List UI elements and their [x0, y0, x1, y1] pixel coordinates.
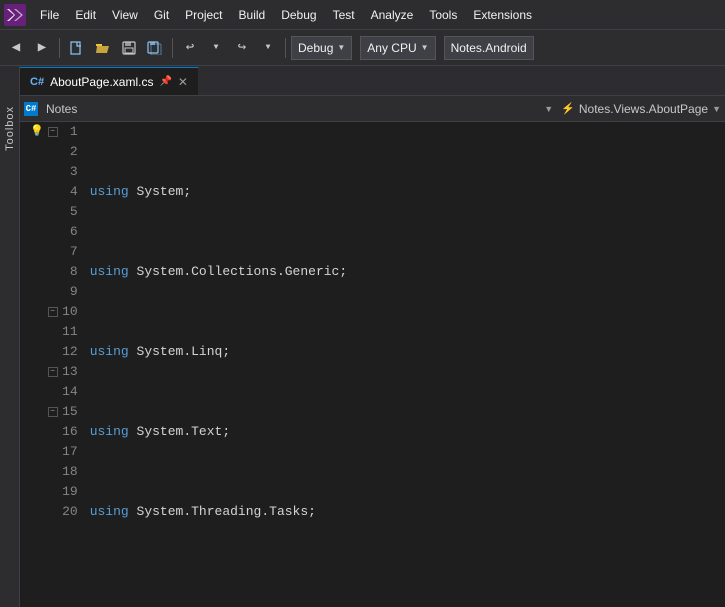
line-num-2: 2 — [28, 142, 78, 162]
tab-close-icon[interactable]: ✕ — [178, 75, 188, 89]
menu-git[interactable]: Git — [146, 4, 177, 26]
line-num-5: 5 — [28, 202, 78, 222]
code-line-5: using System.Threading.Tasks; — [90, 502, 721, 522]
line-num-14: 14 — [28, 382, 78, 402]
code-content[interactable]: using System; using System.Collections.G… — [86, 122, 725, 607]
open-icon — [95, 41, 111, 55]
menu-debug[interactable]: Debug — [273, 4, 324, 26]
code-line-4: using System.Text; — [90, 422, 721, 442]
code-line-3: using System.Linq; — [90, 342, 721, 362]
line-num-10: − 10 — [28, 302, 78, 322]
class-dropdown[interactable]: Notes ▼ — [42, 102, 557, 116]
back-button[interactable]: ◀ — [4, 36, 28, 60]
line-num-16: 16 — [28, 422, 78, 442]
line-num-7: 7 — [28, 242, 78, 262]
config-label: Debug — [298, 41, 333, 55]
tab-pin-icon[interactable]: 📌 — [159, 76, 171, 87]
save-icon — [122, 41, 136, 55]
line-num-6: 6 — [28, 222, 78, 242]
line-num-13: − 13 — [28, 362, 78, 382]
config-dropdown[interactable]: Debug ▼ — [291, 36, 352, 60]
code-line-1: using System; — [90, 182, 721, 202]
menu-view[interactable]: View — [104, 4, 146, 26]
platform-dropdown[interactable]: Any CPU ▼ — [360, 36, 435, 60]
line-num-8: 8 — [28, 262, 78, 282]
platform-label: Any CPU — [367, 41, 416, 55]
menu-edit[interactable]: Edit — [67, 4, 104, 26]
toolbox-label: Toolbox — [4, 106, 16, 151]
toolbar: ◀ ▶ ↩ ▼ ↪ ▼ Debug ▼ — [0, 30, 725, 66]
save-all-button[interactable] — [143, 36, 167, 60]
code-editor[interactable]: 💡 − 1 2 3 4 5 6 7 8 9 − 10 11 12 — [20, 122, 725, 607]
line-num-11: 11 — [28, 322, 78, 342]
line-num-1: 💡 − 1 — [28, 122, 78, 142]
collapse-13-btn[interactable]: − — [48, 367, 58, 377]
namespace-bar: C# Notes ▼ ⚡ Notes.Views.AboutPage ▼ — [20, 96, 725, 122]
line-num-9: 9 — [28, 282, 78, 302]
tab-bar: C# AboutPage.xaml.cs 📌 ✕ — [20, 66, 725, 96]
project-label: Notes.Android — [451, 41, 527, 55]
save-button[interactable] — [117, 36, 141, 60]
save-all-icon — [147, 41, 163, 55]
toolbar-sep-1 — [59, 38, 60, 58]
menubar: File Edit View Git Project Build Debug T… — [0, 0, 725, 30]
member-area: ⚡ Notes.Views.AboutPage ▼ — [561, 102, 721, 116]
redo-dropdown[interactable]: ▼ — [256, 36, 280, 60]
open-file-button[interactable] — [91, 36, 115, 60]
forward-button[interactable]: ▶ — [30, 36, 54, 60]
class-icon: C# — [24, 102, 38, 116]
platform-arrow-icon: ▼ — [421, 43, 429, 52]
line-num-15: − 15 — [28, 402, 78, 422]
class-name: Notes — [46, 102, 77, 116]
lightning-icon: ⚡ — [561, 102, 575, 115]
menu-test[interactable]: Test — [325, 4, 363, 26]
new-file-button[interactable] — [65, 36, 89, 60]
collapse-10-btn[interactable]: − — [48, 307, 58, 317]
member-arrow-icon: ▼ — [712, 104, 721, 114]
code-line-6 — [90, 582, 721, 602]
line-num-20: 20 — [28, 502, 78, 522]
line-num-3: 3 — [28, 162, 78, 182]
line-num-4: 4 — [28, 182, 78, 202]
project-dropdown[interactable]: Notes.Android — [444, 36, 534, 60]
menu-build[interactable]: Build — [231, 4, 274, 26]
toolbar-sep-2 — [172, 38, 173, 58]
menu-project[interactable]: Project — [177, 4, 230, 26]
code-line-2: using System.Collections.Generic; — [90, 262, 721, 282]
new-file-icon — [70, 41, 84, 55]
vs-logo-icon — [4, 4, 26, 26]
line-num-19: 19 — [28, 482, 78, 502]
collapse-1-btn[interactable]: − — [48, 127, 58, 137]
menu-analyze[interactable]: Analyze — [363, 4, 422, 26]
editor-area: C# AboutPage.xaml.cs 📌 ✕ C# Notes ▼ ⚡ No… — [20, 66, 725, 607]
redo-button[interactable]: ↪ — [230, 36, 254, 60]
menu-extensions[interactable]: Extensions — [465, 4, 540, 26]
config-arrow-icon: ▼ — [337, 43, 345, 52]
line-num-17: 17 — [28, 442, 78, 462]
menu-file[interactable]: File — [32, 4, 67, 26]
menu-tools[interactable]: Tools — [421, 4, 465, 26]
line-num-12: 12 — [28, 342, 78, 362]
toolbar-sep-3 — [285, 38, 286, 58]
cs-file-icon: C# — [30, 76, 44, 88]
tab-label: AboutPage.xaml.cs — [50, 75, 153, 89]
line-numbers: 💡 − 1 2 3 4 5 6 7 8 9 − 10 11 12 — [20, 122, 86, 607]
class-arrow-icon: ▼ — [544, 104, 553, 114]
member-label: Notes.Views.AboutPage — [579, 102, 708, 116]
collapse-15-btn[interactable]: − — [48, 407, 58, 417]
main-area: Toolbox C# AboutPage.xaml.cs 📌 ✕ C# Note… — [0, 66, 725, 607]
undo-button[interactable]: ↩ — [178, 36, 202, 60]
undo-dropdown[interactable]: ▼ — [204, 36, 228, 60]
tab-aboutpage[interactable]: C# AboutPage.xaml.cs 📌 ✕ — [20, 67, 199, 95]
toolbox-sidebar[interactable]: Toolbox — [0, 66, 20, 607]
line-num-18: 18 — [28, 462, 78, 482]
lightbulb-icon[interactable]: 💡 — [30, 122, 44, 142]
